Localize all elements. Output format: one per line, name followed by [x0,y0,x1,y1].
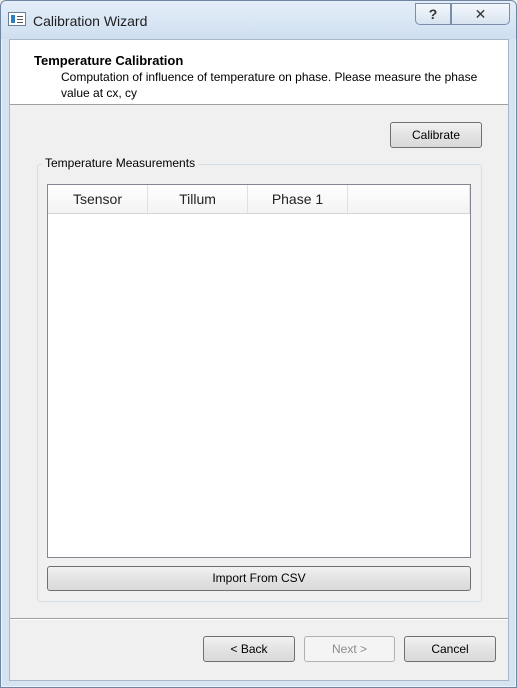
page-title: Temperature Calibration [34,53,184,68]
wizard-page: Temperature Calibration Computation of i… [9,39,509,681]
wizard-window-icon [8,12,26,26]
table-header: Tsensor Tillum Phase 1 [48,185,470,214]
page-header: Temperature Calibration Computation of i… [10,40,508,105]
import-from-csv-button[interactable]: Import From CSV [47,566,471,591]
back-button[interactable]: < Back [203,636,295,662]
close-icon[interactable]: ✕ [451,3,510,25]
title-bar[interactable]: Calibration Wizard ? ✕ [1,1,516,39]
group-title: Temperature Measurements [42,156,199,170]
footer-separator [10,618,508,619]
cancel-button[interactable]: Cancel [404,636,496,662]
page-subtitle: Computation of influence of temperature … [61,70,478,100]
help-icon[interactable]: ? [415,3,451,25]
column-header-tillum[interactable]: Tillum [148,185,248,213]
calibrate-button[interactable]: Calibrate [390,122,482,148]
column-header-filler [348,185,470,213]
window-title: Calibration Wizard [33,13,148,29]
measurements-table[interactable]: Tsensor Tillum Phase 1 [47,184,471,558]
column-header-phase-1[interactable]: Phase 1 [248,185,348,213]
column-header-tsensor[interactable]: Tsensor [48,185,148,213]
next-button[interactable]: Next > [304,636,395,662]
calibration-wizard-window: Calibration Wizard ? ✕ Temperature Calib… [0,0,517,688]
